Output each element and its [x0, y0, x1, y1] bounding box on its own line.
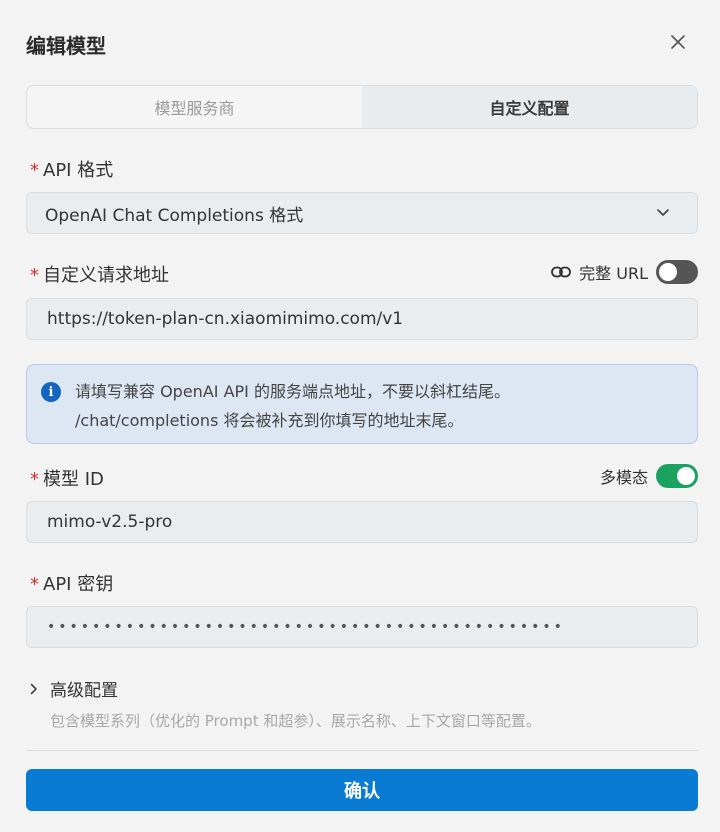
- model-id-label-text: 模型 ID: [43, 469, 104, 490]
- api-format-select[interactable]: OpenAI Chat Completions 格式: [26, 192, 698, 234]
- api-key-masked-value: ••••••••••••••••••••••••••••••••••••••••…: [47, 619, 565, 635]
- api-key-label: * API 密钥: [30, 570, 113, 596]
- api-key-input[interactable]: ••••••••••••••••••••••••••••••••••••••••…: [26, 606, 698, 648]
- close-icon: [671, 35, 685, 49]
- chevron-right-icon: [30, 683, 37, 694]
- required-mark: *: [30, 469, 39, 490]
- required-mark: *: [30, 160, 39, 181]
- required-mark: *: [30, 265, 39, 286]
- info-line-1: 请填写兼容 OpenAI API 的服务端点地址，不要以斜杠结尾。: [75, 382, 510, 401]
- chevron-down-icon: [655, 205, 671, 221]
- advanced-config-toggle[interactable]: 高级配置: [30, 676, 118, 701]
- link-icon: [551, 266, 572, 278]
- full-url-label: 完整 URL: [579, 264, 648, 283]
- info-line-2: /chat/completions 将会被补充到你填写的地址末尾。: [75, 411, 464, 430]
- tab-custom-config[interactable]: 自定义配置: [362, 86, 697, 128]
- api-format-label-text: API 格式: [43, 160, 114, 181]
- api-key-label-text: API 密钥: [43, 574, 114, 595]
- close-button[interactable]: [666, 30, 690, 54]
- endpoint-label: * 自定义请求地址: [30, 261, 169, 287]
- endpoint-value: https://token-plan-cn.xiaomimimo.com/v1: [47, 309, 404, 329]
- advanced-config-description: 包含模型系列（优化的 Prompt 和超参）、展示名称、上下文窗口等配置。: [50, 712, 541, 730]
- info-icon: i: [41, 382, 61, 402]
- multimodal-control: 多模态: [600, 464, 698, 488]
- confirm-button[interactable]: 确认: [26, 769, 698, 811]
- model-id-label: * 模型 ID: [30, 465, 104, 491]
- tab-model-provider[interactable]: 模型服务商: [27, 86, 362, 128]
- multimodal-label: 多模态: [599, 468, 648, 487]
- endpoint-info-box: i 请填写兼容 OpenAI API 的服务端点地址，不要以斜杠结尾。 /cha…: [26, 364, 698, 444]
- edit-model-dialog: 编辑模型 模型服务商 自定义配置 * API 格式 OpenAI Chat Com…: [0, 0, 720, 832]
- divider: [26, 750, 698, 751]
- full-url-toggle[interactable]: [656, 260, 698, 284]
- endpoint-input[interactable]: https://token-plan-cn.xiaomimimo.com/v1: [26, 298, 698, 340]
- api-format-label: * API 格式: [30, 156, 113, 182]
- api-format-value: OpenAI Chat Completions 格式: [45, 205, 304, 226]
- full-url-control: 完整 URL: [551, 260, 698, 284]
- config-tabs: 模型服务商 自定义配置: [26, 85, 698, 129]
- dialog-title: 编辑模型: [26, 34, 106, 58]
- model-id-value: mimo-v2.5-pro: [47, 512, 173, 532]
- endpoint-label-text: 自定义请求地址: [43, 265, 169, 286]
- advanced-config-label: 高级配置: [50, 681, 118, 701]
- model-id-input[interactable]: mimo-v2.5-pro: [26, 501, 698, 543]
- multimodal-toggle[interactable]: [656, 464, 698, 488]
- required-mark: *: [30, 574, 39, 595]
